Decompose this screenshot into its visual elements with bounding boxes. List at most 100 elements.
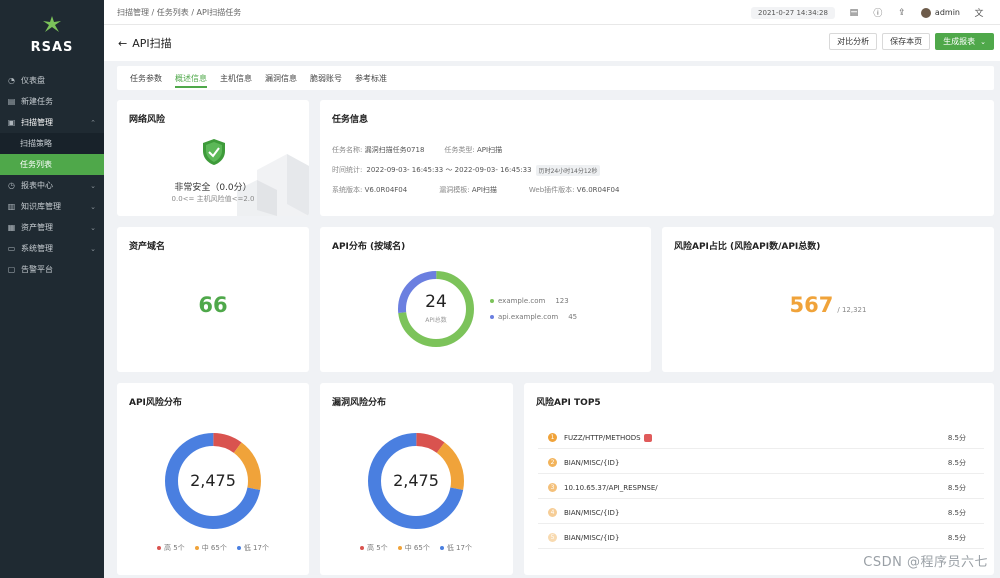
vuln-template: API扫描: [471, 186, 497, 194]
monitor-icon: ▭: [7, 244, 16, 253]
chevron-down-icon: ⌄: [90, 223, 96, 232]
sidebar-item-alert-platform[interactable]: ▢ 告警平台: [0, 259, 104, 280]
top5-row[interactable]: 4 BIAN/MISC/{ID} 8.5分: [538, 502, 984, 524]
username: admin: [934, 8, 960, 17]
page-title-area: ← API扫描: [118, 35, 172, 51]
risk-api-total: / 12,321: [837, 306, 867, 314]
datetime-display: 2021-0-27 14:34:28: [751, 6, 835, 19]
risk-score: 8.5分: [947, 483, 966, 492]
rank-badge: 4: [548, 508, 557, 517]
compare-button[interactable]: 对比分析: [829, 33, 878, 50]
top-bar: 扫描管理 / 任务列表 / API扫描任务 2021-0-27 14:34:28…: [104, 0, 1000, 25]
legend-name: example.com: [498, 297, 546, 305]
sidebar-item-label: 系统管理: [21, 244, 53, 253]
generate-report-button[interactable]: 生成报表 ⌄: [935, 33, 994, 50]
vuln-risk-distribution-card: 漏洞风险分布 2,475 高 5个 中 65个 低 17个: [320, 383, 513, 575]
version-label: 系统版本:: [332, 186, 363, 194]
card-title: 漏洞风险分布: [332, 398, 387, 408]
task-type: API扫描: [477, 146, 503, 154]
sidebar-item-label: 仪表盘: [21, 76, 45, 85]
page-title: API扫描: [132, 37, 172, 50]
api-total-label: API总数: [425, 317, 447, 324]
top5-row[interactable]: 1 FUZZ/HTTP/METHODS 8.5分: [538, 427, 984, 449]
legend-dot: [490, 299, 494, 303]
legend-item: 高 5个: [360, 543, 388, 553]
upload-icon[interactable]: ⇪: [897, 8, 907, 18]
legend-dot: [157, 546, 161, 550]
legend-item: 中 65个: [397, 543, 430, 553]
time-range: 2022-09-03- 16:45:33 ～ 2022-09-03- 16:45…: [366, 166, 532, 174]
risk-score: 8.5分: [947, 433, 966, 442]
risk-api-ratio-card: 风险API占比 (风险API数/API总数) 567 / 12,321: [662, 227, 994, 372]
sidebar-item-knowledge-base[interactable]: ▥ 知识库管理 ⌄: [0, 196, 104, 217]
sidebar-item-label: 告警平台: [21, 265, 53, 274]
sidebar-item-dashboard[interactable]: ◔ 仪表盘: [0, 70, 104, 91]
sidebar-item-scan-management[interactable]: ▣ 扫描管理 ⌃: [0, 112, 104, 133]
legend-dot: [194, 546, 199, 550]
shield-check-icon: [203, 139, 225, 165]
save-page-button[interactable]: 保存本页: [882, 33, 931, 50]
sidebar: RSAS ◔ 仪表盘 ▤ 新建任务 ▣ 扫描管理 ⌃ 扫描策略 任务列表 ◷ 报…: [0, 0, 104, 578]
sidebar-item-label: 新建任务: [21, 97, 53, 106]
tab-task-params[interactable]: 任务参数: [130, 66, 162, 90]
network-risk-card: 网络风险 非常安全（0.0分） 0.0<= 主机风险值<=2.0: [117, 100, 309, 216]
sidebar-item-label: 资产管理: [21, 223, 53, 232]
top5-row[interactable]: 3 10.10.65.37/API_RESPNSE/ 8.5分: [538, 477, 984, 499]
risk-score: 8.5分: [947, 458, 966, 467]
rank-badge: 5: [548, 533, 557, 542]
risk-score: 8.5分: [947, 508, 966, 517]
top5-row[interactable]: 2 BIAN/MISC/{ID} 8.5分: [538, 452, 984, 474]
risk-api-top5-card: 风险API TOP5 1 FUZZ/HTTP/METHODS 8.5分 2 BI…: [524, 383, 994, 575]
task-name: 漏洞扫描任务0718: [364, 146, 425, 154]
rank-badge: 1: [548, 433, 557, 442]
risk-range: 0.0<= 主机风险值<=2.0: [171, 195, 255, 203]
api-path: FUZZ/HTTP/METHODS: [564, 433, 641, 442]
back-arrow-icon[interactable]: ←: [118, 37, 127, 50]
rank-badge: 2: [548, 458, 557, 467]
card-title: 网络风险: [129, 115, 166, 125]
legend-item: api.example.com 45: [490, 313, 577, 321]
tab-host-info[interactable]: 主机信息: [220, 66, 252, 90]
info-icon[interactable]: ⓘ: [873, 8, 883, 19]
scan-icon: ▣: [7, 118, 16, 127]
avatar: [920, 7, 931, 18]
tab-references[interactable]: 参考标准: [355, 66, 387, 90]
dashboard-icon: ◔: [8, 76, 15, 85]
sidebar-item-asset-management[interactable]: ▦ 资产管理 ⌄: [0, 217, 104, 238]
system-version: V6.0R04F04: [364, 186, 408, 194]
tab-vuln-info[interactable]: 漏洞信息: [265, 66, 297, 90]
card-title: 资产域名: [129, 242, 166, 252]
tab-weak-accounts[interactable]: 脆弱账号: [310, 66, 342, 90]
card-title: API风险分布: [129, 398, 182, 408]
tab-overview[interactable]: 概述信息: [175, 66, 207, 90]
task-info-card: 任务信息 任务名称: 漏洞扫描任务0718 任务类型: API扫描 时间统计: …: [320, 100, 994, 216]
top5-row[interactable]: 5 BIAN/MISC/{ID} 8.5分: [538, 527, 984, 549]
chevron-down-icon: ⌄: [90, 244, 96, 253]
user-menu[interactable]: admin: [920, 7, 960, 18]
legend-label: 高 5个: [164, 544, 185, 552]
card-title: API分布 (按域名): [332, 242, 406, 252]
translate-icon[interactable]: 文: [974, 8, 984, 19]
generate-report-label: 生成报表: [943, 37, 976, 46]
sidebar-item-report-center[interactable]: ◷ 报表中心 ⌄: [0, 175, 104, 196]
sidebar-item-task-list[interactable]: 任务列表: [0, 154, 104, 175]
legend-dot: [439, 546, 444, 550]
sidebar-item-label: 扫描策略: [20, 139, 52, 148]
api-risk-total: 2,475: [190, 471, 236, 490]
vuln-risk-total: 2,475: [393, 471, 439, 490]
risk-api-count: 567: [789, 293, 834, 317]
sidebar-item-label: 报表中心: [21, 181, 53, 190]
api-risk-distribution-card: API风险分布 2,475 高 5个 中 65个 低 17个: [117, 383, 309, 575]
legend-item: 中 65个: [194, 543, 227, 553]
sidebar-item-system-management[interactable]: ▭ 系统管理 ⌄: [0, 238, 104, 259]
sidebar-item-new-task[interactable]: ▤ 新建任务: [0, 91, 104, 112]
document-list-icon[interactable]: ▤: [849, 8, 859, 18]
rank-badge: 3: [548, 483, 557, 492]
book-icon: ▥: [7, 202, 16, 211]
api-path: BIAN/MISC/{ID}: [564, 533, 620, 542]
vuln-risk-legend: 高 5个 中 65个 低 17个: [360, 543, 472, 553]
legend-label: 低 17个: [243, 544, 269, 552]
sidebar-item-scan-policy[interactable]: 扫描策略: [0, 133, 104, 154]
time-label: 时间统计:: [332, 166, 363, 174]
legend-label: 高 5个: [367, 544, 388, 552]
